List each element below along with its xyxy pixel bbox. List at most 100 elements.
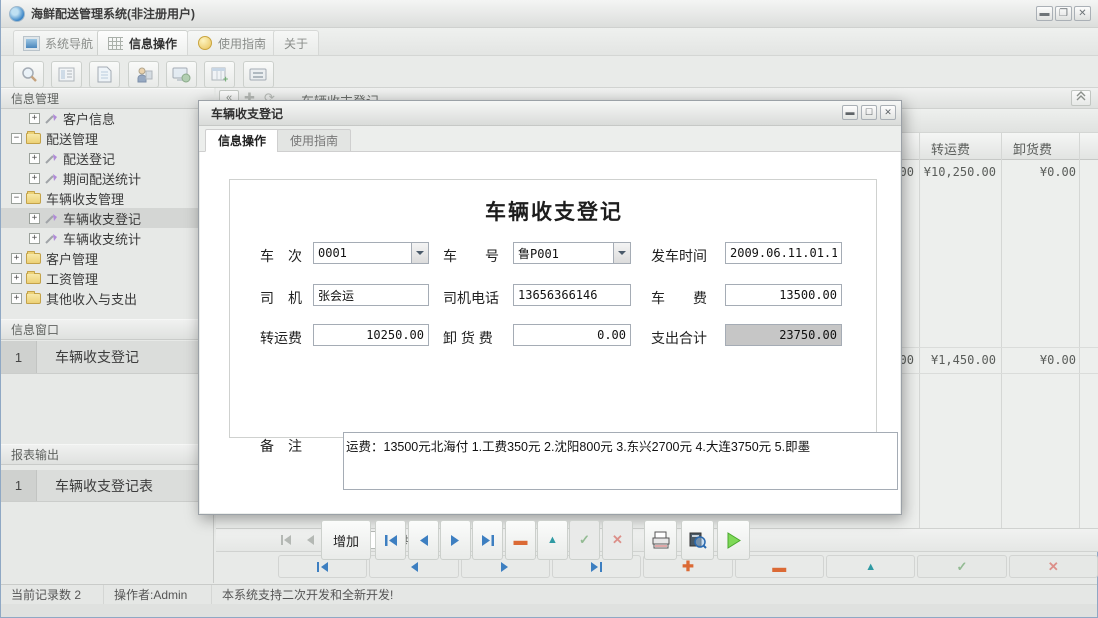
tree-item-vehicle-finance-management[interactable]: − 车辆收支管理 bbox=[1, 188, 214, 208]
last-record-button[interactable] bbox=[472, 520, 503, 560]
cell-transfer-fee: ¥10,250.00 bbox=[922, 165, 996, 179]
x-icon: ✕ bbox=[612, 532, 623, 548]
prev-icon bbox=[417, 534, 430, 547]
dialog-maximize-icon[interactable]: ☐ bbox=[861, 105, 877, 120]
expand-icon[interactable]: + bbox=[29, 213, 40, 224]
print-button[interactable] bbox=[644, 520, 677, 560]
dialog-tab-user-guide[interactable]: 使用指南 bbox=[277, 129, 351, 152]
dialog-minimize-icon[interactable]: ▬ bbox=[842, 105, 858, 120]
dialog-close-icon[interactable]: ✕ bbox=[880, 105, 896, 120]
table-add-icon: + bbox=[211, 67, 229, 83]
trip-no-select[interactable]: 0001 bbox=[313, 242, 429, 264]
post-record-button[interactable]: ✓ bbox=[569, 520, 600, 560]
tree-item-customer-management[interactable]: + 客户管理 bbox=[1, 248, 214, 268]
tab-user-guide[interactable]: 使用指南 bbox=[187, 30, 277, 55]
application-window: 海鲜配送管理系统(非注册用户) ▬ ❐ ✕ 系统导航 信息操作 使用指南 关于 bbox=[0, 0, 1098, 618]
form-button[interactable] bbox=[51, 61, 82, 88]
monitor-globe-button[interactable] bbox=[166, 61, 197, 88]
expand-icon[interactable]: + bbox=[29, 153, 40, 164]
expand-icon[interactable]: + bbox=[11, 293, 22, 304]
tool-icon bbox=[44, 152, 58, 165]
driver-input[interactable] bbox=[313, 284, 429, 306]
expand-icon[interactable]: + bbox=[29, 113, 40, 124]
total-expense-input bbox=[725, 324, 842, 346]
print-preview-icon bbox=[688, 531, 707, 549]
remark-textarea[interactable]: 运费：13500元北海付 1.工费350元 2.沈阳800元 3.东兴2700元… bbox=[343, 432, 898, 490]
expand-icon[interactable]: + bbox=[29, 173, 40, 184]
post-record-button[interactable]: ✓ bbox=[917, 555, 1006, 578]
vehicle-no-label: 车 号 bbox=[443, 246, 499, 266]
minimize-icon[interactable]: ▬ bbox=[1036, 6, 1053, 21]
dialog-titlebar[interactable]: 车辆收支登记 bbox=[199, 101, 901, 126]
table-add-button[interactable]: + bbox=[204, 61, 235, 88]
document-button[interactable] bbox=[89, 61, 120, 88]
unload-fee-input[interactable] bbox=[513, 324, 631, 346]
print-preview-button[interactable] bbox=[681, 520, 714, 560]
trip-no-label: 车 次 bbox=[260, 246, 302, 266]
tab-system-nav[interactable]: 系统导航 bbox=[13, 30, 104, 55]
collapse-panel-icon[interactable] bbox=[1071, 90, 1091, 106]
driver-phone-input[interactable] bbox=[513, 284, 631, 306]
tree-item-vehicle-finance-stats[interactable]: + 车辆收支统计 bbox=[1, 228, 214, 248]
tab-info-operation[interactable]: 信息操作 bbox=[97, 30, 188, 55]
chevron-down-icon[interactable] bbox=[613, 243, 630, 263]
column-header-transfer-fee[interactable]: 转运费 bbox=[931, 139, 970, 158]
chevron-down-icon[interactable] bbox=[411, 243, 428, 263]
expand-icon[interactable]: + bbox=[11, 253, 22, 264]
add-button[interactable]: 增加 bbox=[321, 520, 371, 560]
search-button[interactable] bbox=[13, 61, 44, 88]
cancel-record-button[interactable]: ✕ bbox=[1009, 555, 1098, 578]
sidebar-header-report-output: 报表输出 bbox=[1, 444, 214, 465]
monitor-globe-icon bbox=[172, 67, 191, 83]
remark-label: 备 注 bbox=[260, 436, 302, 456]
close-icon[interactable]: ✕ bbox=[1074, 6, 1091, 21]
tree-item-customer-info[interactable]: + 客户信息 bbox=[1, 108, 214, 128]
delete-record-button[interactable]: ▬ bbox=[505, 520, 536, 560]
menu-tab-bar: 系统导航 信息操作 使用指南 关于 bbox=[1, 28, 1098, 56]
window-controls: ▬ ❐ ✕ bbox=[1034, 6, 1091, 21]
tree-item-salary-management[interactable]: + 工资管理 bbox=[1, 268, 214, 288]
tab-about[interactable]: 关于 bbox=[273, 30, 319, 55]
dialog-title: 车辆收支登记 bbox=[211, 105, 283, 122]
folder-icon bbox=[26, 273, 41, 284]
tree-item-period-delivery-stats[interactable]: + 期间配送统计 bbox=[1, 168, 214, 188]
report-output-list-item[interactable]: 1 车辆收支登记表 bbox=[1, 470, 214, 502]
first-record-button[interactable] bbox=[375, 520, 406, 560]
cancel-record-button[interactable]: ✕ bbox=[602, 520, 633, 560]
expand-icon[interactable]: + bbox=[29, 233, 40, 244]
tree-item-delivery-management[interactable]: − 配送管理 bbox=[1, 128, 214, 148]
prev-record-button[interactable] bbox=[408, 520, 439, 560]
cell-unload-fee: ¥0.00 bbox=[1004, 165, 1076, 179]
tree-item-vehicle-finance-register[interactable]: + 车辆收支登记 bbox=[1, 208, 214, 228]
collapse-icon[interactable]: − bbox=[11, 193, 22, 204]
grid-icon bbox=[108, 37, 123, 50]
collapse-icon[interactable]: − bbox=[11, 133, 22, 144]
list-item-label: 车辆收支登记表 bbox=[37, 470, 214, 501]
dialog-tab-info-operation[interactable]: 信息操作 bbox=[205, 129, 279, 152]
edit-record-button[interactable]: ▲ bbox=[826, 555, 915, 578]
dialog-window-controls: ▬ ☐ ✕ bbox=[839, 105, 896, 120]
vehicle-no-select[interactable]: 鲁P001 bbox=[513, 242, 631, 264]
depart-time-input[interactable] bbox=[725, 242, 842, 264]
transfer-fee-input[interactable] bbox=[313, 324, 429, 346]
prev-page-icon[interactable] bbox=[299, 530, 321, 550]
column-header-unload-fee[interactable]: 卸货费 bbox=[1013, 139, 1052, 158]
tree-item-delivery-register[interactable]: + 配送登记 bbox=[1, 148, 214, 168]
user-button[interactable] bbox=[128, 61, 159, 88]
dialog-body: 车辆收支登记 车 次 0001 车 号 鲁P001 发车时间 司 机 司机电话 bbox=[200, 152, 900, 513]
restore-icon[interactable]: ❐ bbox=[1055, 6, 1072, 21]
execute-button[interactable] bbox=[717, 520, 750, 560]
printer-icon bbox=[651, 531, 671, 549]
operator-status: 操作者:Admin bbox=[104, 585, 212, 604]
list-item-number: 1 bbox=[1, 341, 37, 373]
tree-item-other-income-expense[interactable]: + 其他收入与支出 bbox=[1, 288, 214, 308]
next-record-button[interactable] bbox=[440, 520, 471, 560]
archive-button[interactable] bbox=[243, 61, 274, 88]
vehicle-fee-input[interactable] bbox=[725, 284, 842, 306]
first-page-icon[interactable] bbox=[275, 530, 297, 550]
edit-record-button[interactable]: ▲ bbox=[537, 520, 568, 560]
driver-phone-label: 司机电话 bbox=[443, 288, 499, 308]
record-count-status: 当前记录数 2 bbox=[1, 585, 104, 604]
info-window-list-item[interactable]: 1 车辆收支登记 bbox=[1, 341, 214, 374]
expand-icon[interactable]: + bbox=[11, 273, 22, 284]
